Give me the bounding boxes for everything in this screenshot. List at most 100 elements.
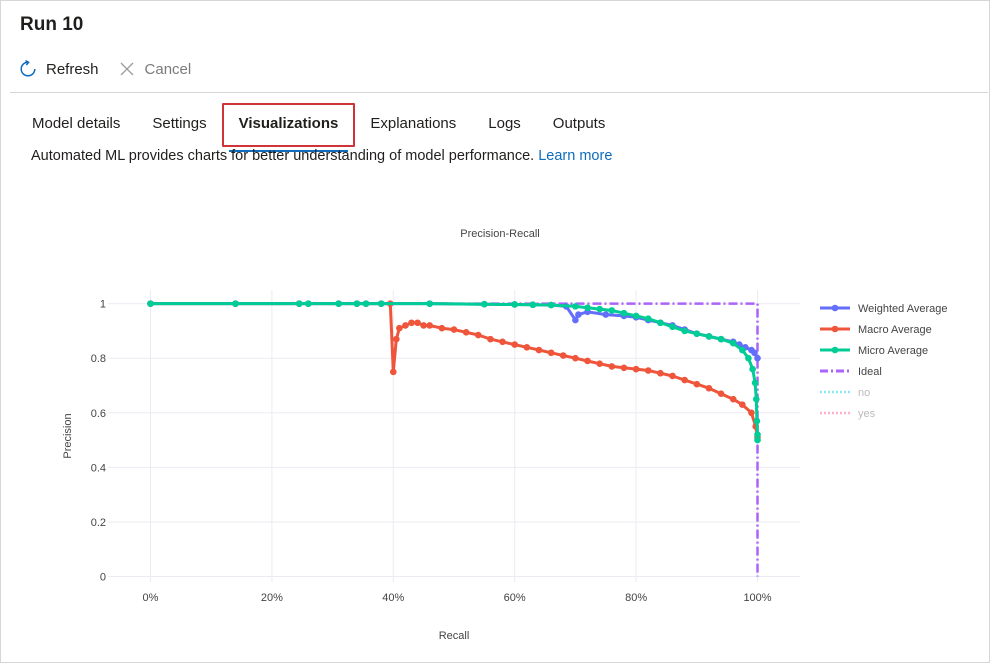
micro-average-point xyxy=(753,417,761,425)
macro-average-point xyxy=(681,376,688,384)
macro-average-point xyxy=(402,322,409,329)
command-bar: Refresh Cancel xyxy=(18,58,209,80)
micro-average-point xyxy=(608,307,616,314)
micro-average-point xyxy=(657,319,664,327)
tab-logs[interactable]: Logs xyxy=(476,110,533,144)
legend-marker-micro-average xyxy=(831,346,839,354)
tab-list: Model details Settings Visualizations Ex… xyxy=(20,103,625,152)
macro-average-point xyxy=(669,372,676,380)
macro-average-point xyxy=(705,384,713,392)
description-text: Automated ML provides charts for better … xyxy=(31,148,535,164)
tab-label: Logs xyxy=(488,115,521,132)
x-tick-label: 20% xyxy=(261,592,283,604)
macro-average-point xyxy=(644,367,652,374)
micro-average-point xyxy=(752,395,760,403)
micro-average-point xyxy=(305,300,312,307)
micro-average-point xyxy=(669,323,676,331)
micro-average-point xyxy=(632,312,640,320)
macro-average-point xyxy=(450,326,458,333)
micro-average-point xyxy=(147,300,154,307)
micro-average-point xyxy=(745,354,752,362)
legend-label-micro-average: Micro Average xyxy=(858,345,928,357)
macro-average-point xyxy=(426,322,434,329)
learn-more-link[interactable]: Learn more xyxy=(538,148,612,164)
micro-average-point xyxy=(754,436,761,444)
tab-settings[interactable]: Settings xyxy=(140,110,218,144)
macro-average-point xyxy=(462,328,470,336)
page-title: Run 10 xyxy=(20,14,84,35)
macro-average-point xyxy=(739,401,746,408)
macro-average-point xyxy=(499,338,506,346)
macro-average-point xyxy=(729,395,737,403)
micro-average-point xyxy=(426,300,434,307)
legend-label-weighted-average: Weighted Average xyxy=(858,303,948,315)
macro-average-point xyxy=(717,390,725,398)
ideal-line xyxy=(150,302,759,577)
refresh-icon xyxy=(18,59,38,79)
micro-average-point xyxy=(749,365,756,373)
refresh-button[interactable]: Refresh xyxy=(18,59,99,79)
weighted-average-point xyxy=(602,311,610,318)
macro-average-point xyxy=(632,365,640,373)
macro-average-point xyxy=(608,363,616,370)
micro-average-point xyxy=(717,335,725,343)
macro-average-point xyxy=(474,331,482,339)
description: Automated ML provides charts for better … xyxy=(31,148,612,164)
legend-marker-macro-average xyxy=(831,325,839,333)
header-divider xyxy=(10,92,988,93)
refresh-label: Refresh xyxy=(46,60,99,78)
macro-average-point xyxy=(572,354,579,362)
tab-label: Outputs xyxy=(552,115,606,132)
weighted-average-point xyxy=(754,354,761,362)
micro-average-point xyxy=(511,301,519,308)
tab-visualizations[interactable]: Visualizations xyxy=(221,103,356,152)
macro-average-point xyxy=(657,369,664,377)
y-tick-label: 0.8 xyxy=(91,353,106,365)
close-icon xyxy=(117,59,137,79)
micro-average-point xyxy=(547,301,555,309)
macro-average-point xyxy=(547,349,555,357)
micro-average-point xyxy=(572,303,579,310)
y-tick-label: 0 xyxy=(100,572,106,584)
y-tick-label: 0.2 xyxy=(91,517,106,529)
x-tick-label: 80% xyxy=(625,592,647,604)
cancel-button[interactable]: Cancel xyxy=(117,59,192,79)
legend-label-ideal: Ideal xyxy=(858,366,882,378)
micro-average-point xyxy=(739,346,746,354)
tab-label: Model details xyxy=(32,115,121,132)
macro-average-point xyxy=(393,335,400,343)
chart-title: Precision-Recall xyxy=(460,228,539,240)
cancel-label: Cancel xyxy=(144,60,192,78)
micro-average-line xyxy=(150,302,759,441)
legend-marker-weighted-average xyxy=(831,304,839,312)
macro-average-point xyxy=(584,357,591,365)
macro-average-point xyxy=(396,324,403,332)
tab-label: Explanations xyxy=(370,115,457,132)
tab-label: Settings xyxy=(152,115,207,132)
macro-average-point xyxy=(535,346,543,354)
macro-average-point xyxy=(487,335,494,343)
macro-average-point xyxy=(389,368,397,376)
tab-label: Visualizations xyxy=(238,115,339,132)
micro-average-point xyxy=(377,300,385,307)
micro-average-point xyxy=(693,330,701,337)
weighted-average-point xyxy=(575,311,582,318)
micro-average-point xyxy=(529,301,537,309)
x-tick-label: 60% xyxy=(504,592,526,604)
micro-average-point xyxy=(481,300,488,308)
macro-average-point xyxy=(620,364,628,372)
tab-explanations[interactable]: Explanations xyxy=(358,110,468,144)
x-tick-label: 100% xyxy=(743,592,771,604)
micro-average-point xyxy=(584,304,591,312)
legend-label-macro-average: Macro Average xyxy=(858,324,932,336)
micro-average-point xyxy=(353,300,361,307)
micro-average-point xyxy=(362,300,370,307)
macro-average-point xyxy=(748,409,755,417)
y-axis-label: Precision xyxy=(62,413,74,458)
tab-outputs[interactable]: Outputs xyxy=(541,110,618,144)
macro-average-point xyxy=(414,319,421,327)
tab-model-details[interactable]: Model details xyxy=(20,110,132,144)
micro-average-point xyxy=(620,309,628,317)
legend-label-yes: yes xyxy=(858,408,876,420)
micro-average-point xyxy=(232,300,239,307)
